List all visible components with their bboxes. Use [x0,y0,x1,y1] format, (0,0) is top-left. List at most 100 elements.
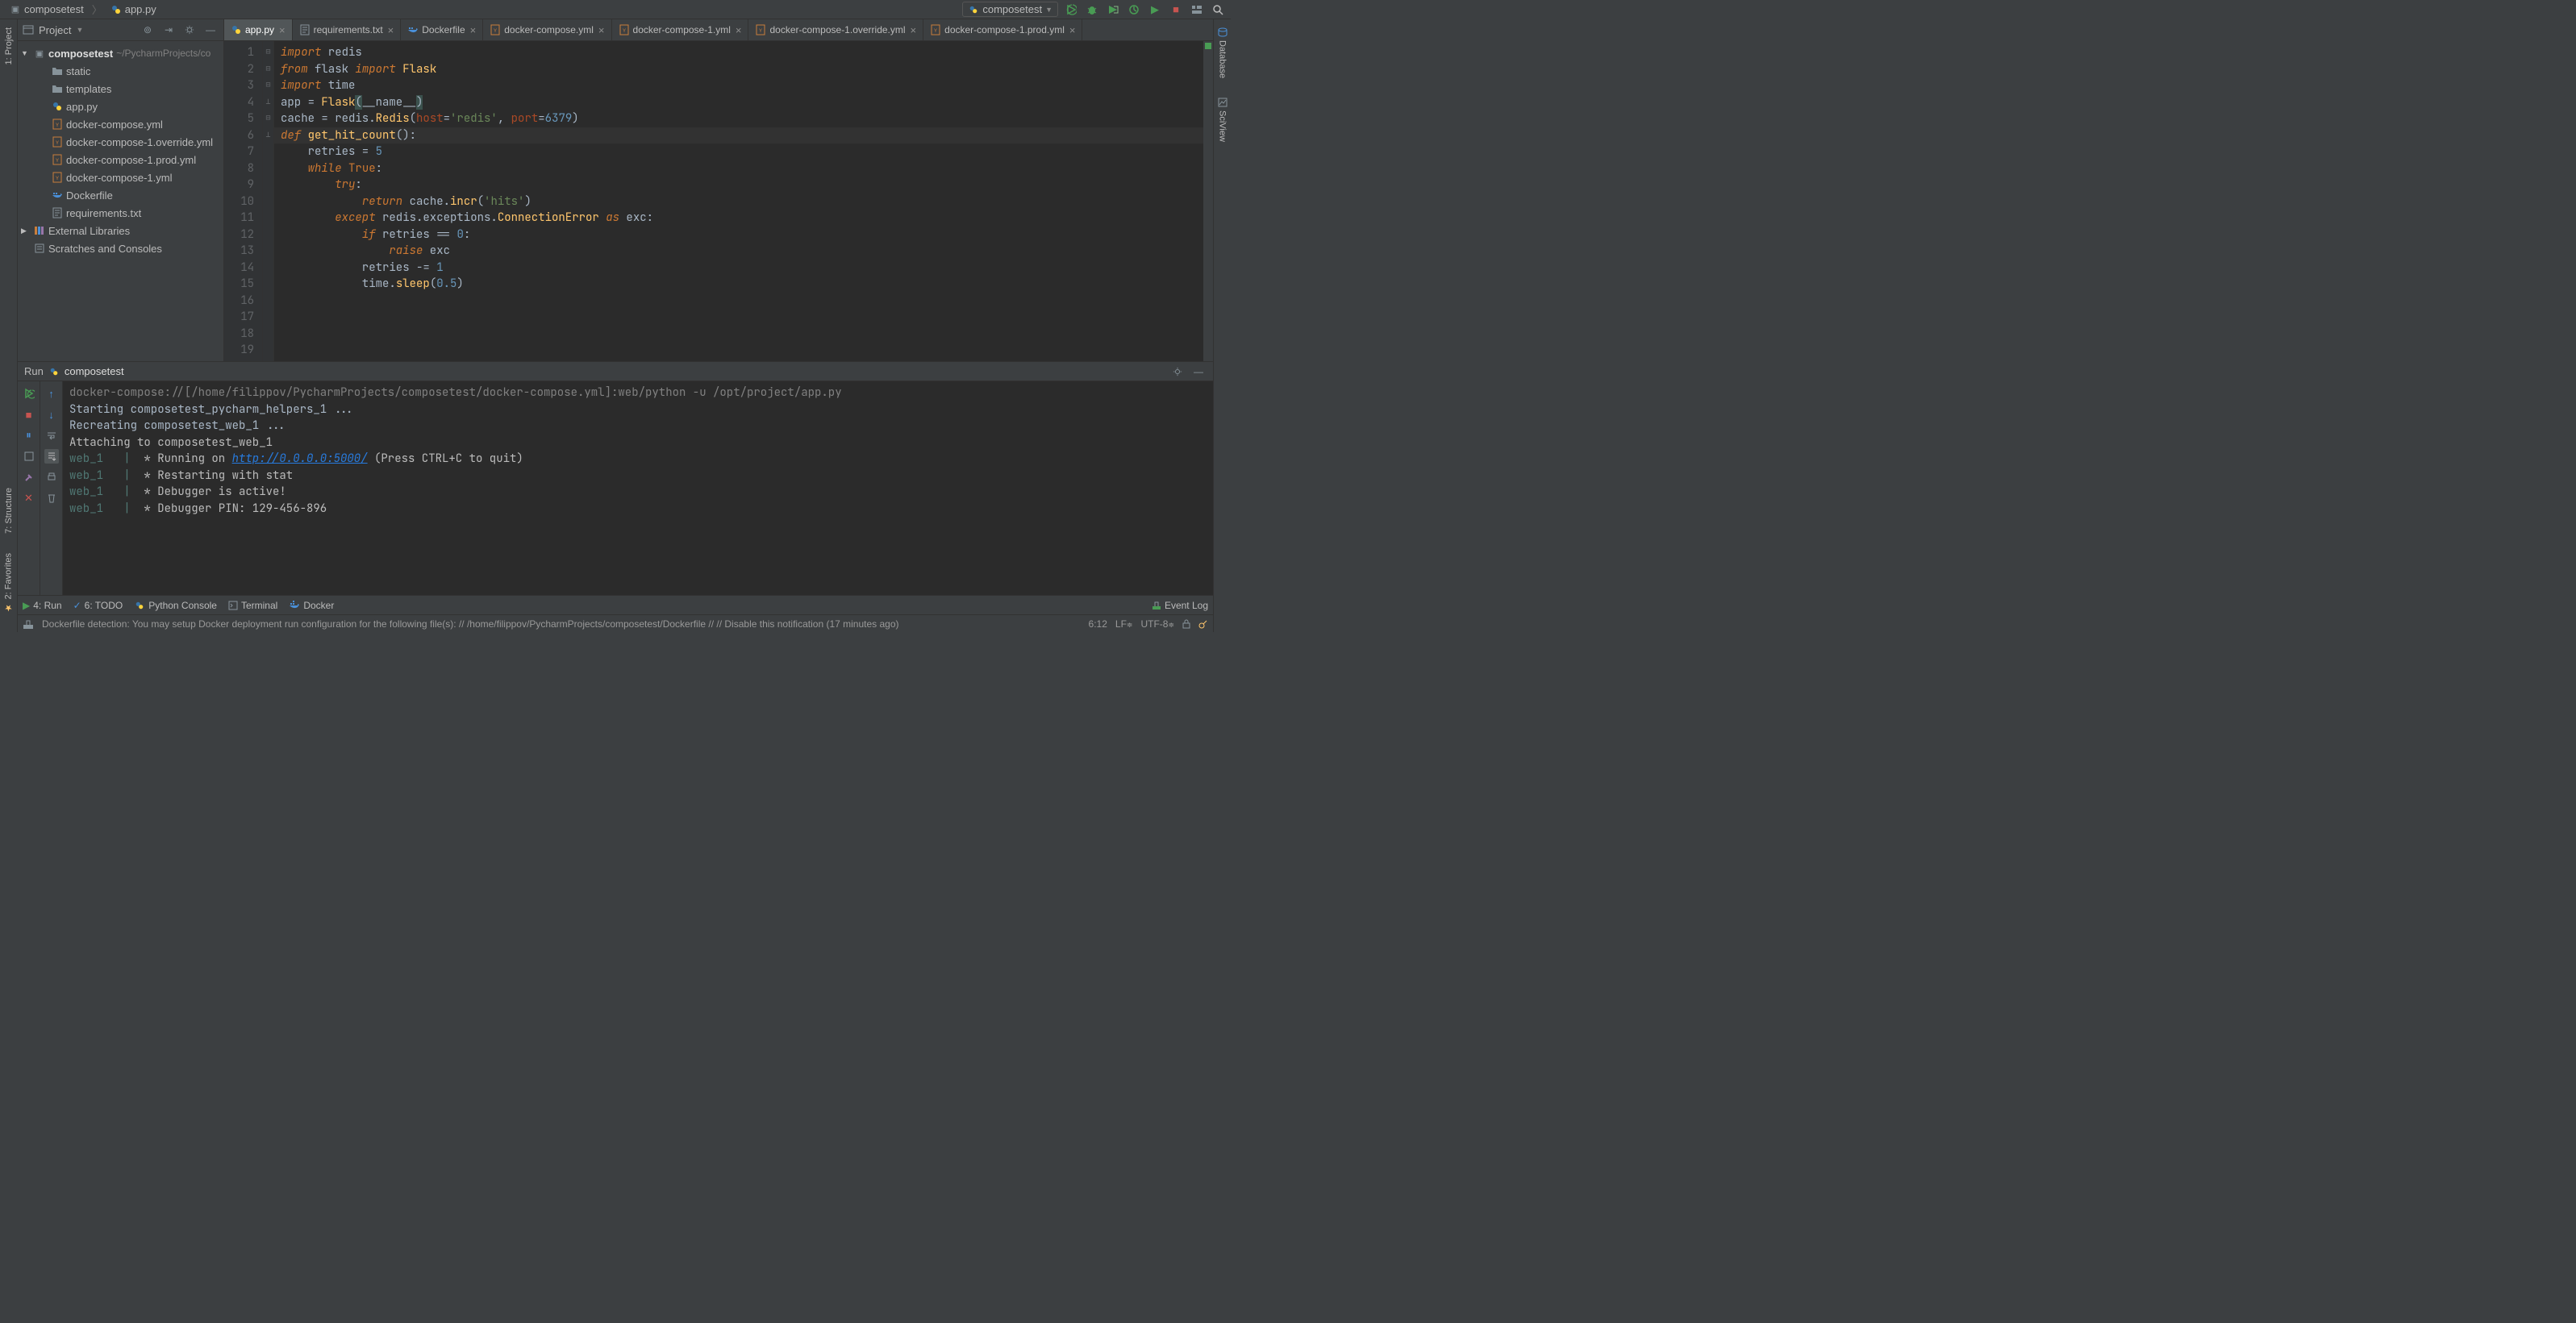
run-config-dropdown[interactable]: composetest ▼ [962,2,1058,17]
profile-button[interactable] [1126,2,1142,18]
editor-tab[interactable]: requirements.txt× [293,19,402,40]
tree-root[interactable]: ▼ ▣ composetest ~/PycharmProjects/co [18,44,223,62]
file-icon: Y [930,24,941,35]
pause-button[interactable]: ⏸ [22,428,36,443]
tree-item[interactable]: app.py [18,98,223,115]
tab-label: docker-compose.yml [504,24,594,35]
rerun-button[interactable] [22,386,36,401]
encoding[interactable]: UTF-8≑ [1140,618,1174,630]
editor-body[interactable]: 1234567891011121314151617181920 ⊟⊟⊟⊥⊟⊥ i… [224,41,1213,361]
expand-arrow-icon: ▶ [21,227,31,235]
line-separator[interactable]: LF≑ [1115,618,1133,630]
editor-area: app.py×requirements.txt×Dockerfile× Ydock… [224,19,1213,361]
expand-arrow-icon: ▼ [21,49,31,57]
tool-event-log-tab[interactable]: Event Log [1152,600,1208,611]
stop-button[interactable]: ■ [1168,2,1184,18]
tree-external-libs[interactable]: ▶ External Libraries [18,222,223,239]
fold-gutter: ⊟⊟⊟⊥⊟⊥ [263,41,274,361]
close-tab-icon[interactable]: × [279,24,286,36]
editor-tab[interactable]: app.py× [224,19,293,40]
close-tab-icon[interactable]: × [388,24,394,36]
down-button[interactable]: ↓ [44,407,59,422]
status-message[interactable]: Dockerfile detection: You may setup Dock… [42,618,1081,630]
python-icon [134,600,145,611]
close-tab-icon[interactable]: × [736,24,742,36]
tool-todo-tab[interactable]: ✓ 6: TODO [73,600,123,611]
tree-item[interactable]: Ydocker-compose-1.prod.yml [18,151,223,168]
inspector-icon[interactable] [1198,619,1208,629]
collapse-button[interactable]: ⇥ [160,22,177,38]
up-button[interactable]: ↑ [44,386,59,401]
tree-item[interactable]: Dockerfile [18,186,223,204]
breadcrumb-file[interactable]: app.py [106,3,161,15]
run-hide-button[interactable]: — [1190,364,1207,380]
status-bar: Dockerfile detection: You may setup Dock… [18,614,1213,632]
tree-item[interactable]: Ydocker-compose-1.override.yml [18,133,223,151]
lock-icon[interactable] [1182,619,1190,629]
coverage-button[interactable] [1105,2,1121,18]
exit-button[interactable]: ✕ [22,491,36,505]
project-tool-title: Project [39,24,71,36]
stop-button[interactable]: ■ [22,407,36,422]
tree-item[interactable]: Ydocker-compose.yml [18,115,223,133]
search-everywhere-button[interactable] [1210,2,1226,18]
editor-tab[interactable]: Ydocker-compose-1.prod.yml× [923,19,1082,40]
debug-button[interactable] [1084,2,1100,18]
module-icon: ▣ [34,48,45,59]
file-icon: Y [52,172,63,183]
run-console[interactable]: docker-compose://[/home/filippov/Pycharm… [63,381,1213,595]
tool-sciview-tab[interactable]: SciView [1218,93,1228,147]
tree-item[interactable]: templates [18,80,223,98]
attach-button[interactable] [22,470,36,485]
locate-button[interactable]: ⊚ [140,22,156,38]
settings-button[interactable] [181,22,198,38]
close-tab-icon[interactable]: × [598,24,605,36]
file-icon [52,65,63,77]
tool-run-tab[interactable]: ▶ 4: Run [23,600,62,611]
file-icon [52,101,63,112]
svg-text:Y: Y [934,29,937,34]
soft-wrap-button[interactable] [44,428,59,443]
close-tab-icon[interactable]: × [1069,24,1076,36]
breadcrumb-project[interactable]: ▣ composetest [5,3,89,15]
dump-threads-button[interactable] [22,449,36,464]
tree-item-label: Dockerfile [66,189,113,202]
scroll-end-button[interactable] [44,449,59,464]
code-text[interactable]: import redisfrom flask import Flaskimpor… [274,41,1213,361]
concurrency-button[interactable]: ▶ [1147,2,1163,18]
tool-project-tab[interactable]: 1: Project [4,23,14,69]
tool-python-console-tab[interactable]: Python Console [134,600,217,611]
clear-button[interactable] [44,491,59,505]
breadcrumb-file-label: app.py [125,3,156,15]
tree-item-label: app.py [66,101,98,113]
tree-scratches[interactable]: Scratches and Consoles [18,239,223,257]
tool-terminal-tab[interactable]: Terminal [228,600,277,611]
tree-item[interactable]: static [18,62,223,80]
python-icon [48,366,60,377]
tree-item[interactable]: requirements.txt [18,204,223,222]
editor-tab[interactable]: Ydocker-compose.yml× [483,19,611,40]
dropdown-arrow-icon[interactable]: ▼ [76,26,83,34]
run-settings-button[interactable] [1169,364,1186,380]
editor-tab[interactable]: Ydocker-compose-1.override.yml× [748,19,923,40]
svg-text:Y: Y [56,141,59,146]
editor-tab[interactable]: Dockerfile× [401,19,483,40]
close-tab-icon[interactable]: × [911,24,917,36]
tool-structure-tab[interactable]: 7: Structure [4,483,14,539]
todo-icon: ✓ [73,600,81,611]
run-button[interactable] [1063,2,1079,18]
hide-button[interactable]: — [202,22,219,38]
tree-item-label: docker-compose.yml [66,119,163,131]
tree-item[interactable]: Ydocker-compose-1.yml [18,168,223,186]
caret-position[interactable]: 6:12 [1089,618,1107,630]
notify-icon[interactable] [23,618,34,630]
python-icon [968,4,979,15]
print-button[interactable] [44,470,59,485]
tool-docker-tab[interactable]: Docker [289,600,334,611]
tool-database-tab[interactable]: Database [1218,23,1228,83]
editor-tab[interactable]: Ydocker-compose-1.yml× [612,19,749,40]
breadcrumb-separator: 〉 [92,2,102,17]
layout-button[interactable] [1189,2,1205,18]
tool-favorites-tab[interactable]: ★ 2: Favorites [3,548,14,618]
close-tab-icon[interactable]: × [470,24,477,36]
